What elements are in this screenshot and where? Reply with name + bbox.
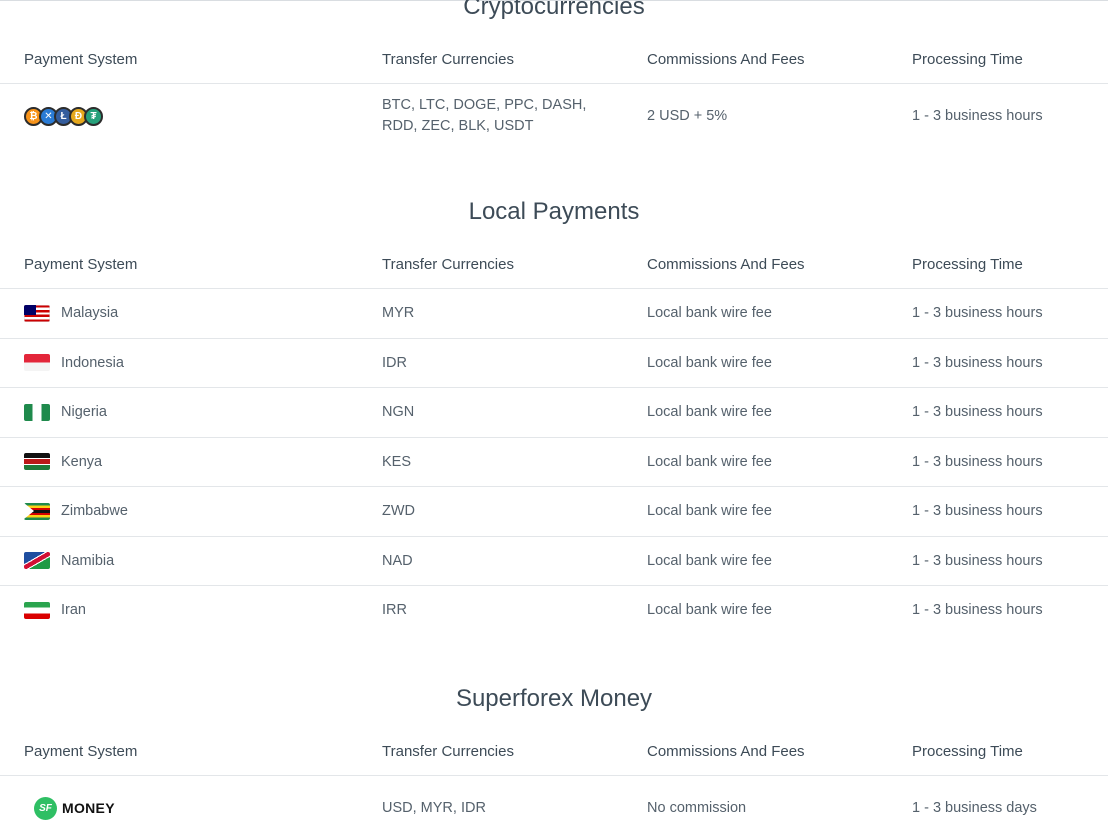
time-text: 1 - 3 business hours [912, 552, 1043, 569]
fee-text: Local bank wire fee [647, 354, 772, 371]
kenya-flag-icon [24, 453, 50, 471]
col-commissions: Commissions And Fees [647, 255, 805, 273]
col-processing-time: Processing Time [912, 50, 1023, 68]
time-text: 1 - 3 business hours [912, 305, 1043, 322]
table-row: Nigeria NGN Local bank wire fee 1 - 3 busin… [0, 388, 1108, 437]
col-processing-time: Processing Time [912, 742, 1023, 760]
country-name: Kenya [61, 453, 103, 470]
currency-code: MYR [382, 305, 415, 322]
crypto-time: 1 - 3 business hours [912, 108, 1043, 124]
table-row: SF MONEY USD, MYR, IDR No commission 1 -… [0, 776, 1108, 840]
time-text: 1 - 3 business hours [912, 602, 1043, 619]
currency-code: KES [382, 453, 412, 470]
crypto-commission: 2 USD + 5% [647, 108, 728, 124]
malaysia-flag-icon [24, 304, 50, 322]
country-name: Zimbabwe [61, 503, 128, 520]
table-row: ₿ ✕ Ł Ð ₮ BTC, LTC, DOGE, PPC, DASH, RDD, ZE… [0, 84, 1108, 148]
table-row: Indonesia IDR Local bank wire fee 1 - 3 bus… [0, 339, 1108, 388]
crypto-section-title: Cryptocurrencies [463, 0, 645, 20]
sf-badge-icon: SF [34, 796, 57, 820]
fee-text: Local bank wire fee [647, 602, 772, 619]
time-text: 1 - 3 business hours [912, 404, 1043, 421]
country-name: Iran [61, 602, 86, 619]
crypto-table-header: Payment System Transfer Currencies Commi… [0, 34, 1108, 84]
country-name: Malaysia [61, 305, 119, 322]
indonesia-flag-icon [24, 354, 50, 372]
zimbabwe-flag-icon [24, 502, 50, 520]
col-transfer-currencies: Transfer Currencies [382, 255, 514, 273]
time-text: 1 - 3 business hours [912, 503, 1043, 520]
local-section-title: Local Payments [468, 198, 640, 225]
nigeria-flag-icon [24, 403, 50, 421]
col-transfer-currencies: Transfer Currencies [382, 742, 514, 760]
country-name: Namibia [61, 552, 115, 569]
col-transfer-currencies: Transfer Currencies [382, 50, 514, 68]
table-row: Iran IRR Local bank wire fee 1 - 3 business… [0, 586, 1108, 635]
sfmoney-currencies: USD, MYR, IDR [382, 800, 486, 816]
crypto-logos: ₿ ✕ Ł Ð ₮ [24, 106, 103, 126]
col-commissions: Commissions And Fees [647, 742, 805, 760]
currency-code: ZWD [382, 503, 416, 520]
currency-code: NGN [382, 404, 415, 421]
fee-text: Local bank wire fee [647, 305, 772, 322]
col-commissions: Commissions And Fees [647, 50, 805, 68]
local-table-header: Payment System Transfer Currencies Commi… [0, 239, 1108, 289]
table-row: Zimbabwe ZWD Local bank wire fee 1 - 3 busi… [0, 487, 1108, 536]
sfmoney-section-title: Superforex Money [455, 685, 653, 712]
namibia-flag-icon [24, 552, 50, 570]
col-processing-time: Processing Time [912, 255, 1023, 273]
fee-text: Local bank wire fee [647, 552, 772, 569]
currency-code: IRR [382, 602, 407, 619]
fee-text: Local bank wire fee [647, 503, 772, 520]
sfmoney-table-header: Payment System Transfer Currencies Commi… [0, 726, 1108, 776]
col-payment-system: Payment System [24, 742, 138, 760]
time-text: 1 - 3 business hours [912, 354, 1043, 371]
table-row: Namibia NAD Local bank wire fee 1 - 3 busin… [0, 537, 1108, 586]
fee-text: Local bank wire fee [647, 404, 772, 421]
crypto-currencies: BTC, LTC, DOGE, PPC, DASH, RDD, ZEC, BLK… [382, 97, 587, 134]
time-text: 1 - 3 business hours [912, 453, 1043, 470]
currency-code: IDR [382, 354, 407, 371]
table-row: Kenya KES Local bank wire fee 1 - 3 busines… [0, 438, 1108, 487]
tether-icon: ₮ [84, 106, 103, 126]
iran-flag-icon [24, 601, 50, 619]
sfmoney-time: 1 - 3 business days [912, 800, 1037, 816]
currency-code: NAD [382, 552, 413, 569]
fee-text: Local bank wire fee [647, 453, 772, 470]
country-name: Nigeria [61, 404, 107, 421]
sfmoney-commission: No commission [647, 800, 747, 816]
sf-money-logo: SF MONEY [34, 796, 115, 820]
table-row: Malaysia MYR Local bank wire fee 1 - 3 busi… [0, 289, 1108, 338]
col-payment-system: Payment System [24, 255, 138, 273]
col-payment-system: Payment System [24, 50, 138, 68]
sf-money-word: MONEY [62, 800, 115, 816]
country-name: Indonesia [61, 354, 124, 371]
